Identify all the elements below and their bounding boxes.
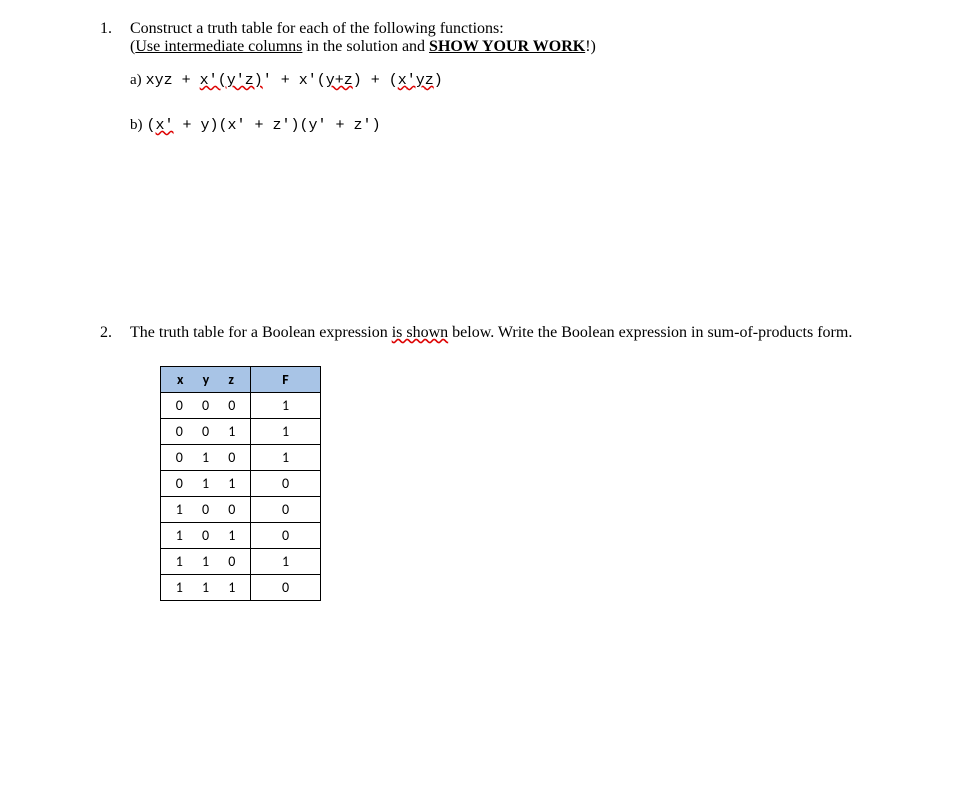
q1a-seg7: x'yz	[398, 72, 434, 89]
q1a-seg4: ' + x'(	[263, 72, 326, 89]
header-xyz: x y z	[161, 367, 251, 393]
question-1: 1. Construct a truth table for each of t…	[100, 20, 876, 134]
q1-l2-bold: SHOW YOUR WORK	[429, 38, 585, 55]
q2-prompt1: The truth table for a Boolean expression	[130, 324, 392, 341]
q1a-seg5: y+z	[326, 72, 353, 89]
q1a-expression: xyz + x'(y'z)' + x'(y+z) + (x'yz)	[146, 72, 443, 89]
q1a-label: a)	[130, 72, 142, 89]
q1-l2-underlined: Use intermediate columns	[135, 38, 302, 55]
q1-number: 1.	[100, 20, 130, 38]
table-row: 0 1 01	[161, 445, 321, 471]
q1a-seg6: ) + (	[353, 72, 398, 89]
table-body: 0 0 010 0 110 1 010 1 101 0 001 0 101 1 …	[161, 393, 321, 601]
cell-f: 0	[251, 523, 321, 549]
q1b-seg2: x'	[156, 117, 174, 134]
header-f: F	[251, 367, 321, 393]
cell-f: 0	[251, 497, 321, 523]
q1-part-a: a) xyz + x'(y'z)' + x'(y+z) + (x'yz)	[130, 72, 876, 89]
q1-l2-mid: in the solution and	[302, 38, 429, 55]
q1a-seg8: )	[434, 72, 443, 89]
table-row: 1 0 10	[161, 523, 321, 549]
cell-f: 1	[251, 549, 321, 575]
q1b-label: b)	[130, 117, 143, 134]
cell-xyz: 1 0 1	[161, 523, 251, 549]
cell-f: 1	[251, 445, 321, 471]
q1a-seg3: (y'z)	[218, 72, 263, 89]
q1b-expression: (x' + y)(x' + z')(y' + z')	[147, 117, 381, 134]
table-row: 1 0 00	[161, 497, 321, 523]
cell-f: 0	[251, 575, 321, 601]
q1-l2-suffix: !)	[585, 38, 596, 55]
q1-prompt-line1: Construct a truth table for each of the …	[130, 20, 876, 38]
q1-expressions: a) xyz + x'(y'z)' + x'(y+z) + (x'yz) b) …	[130, 72, 876, 134]
table-row: 1 1 01	[161, 549, 321, 575]
q1-part-b: b) (x' + y)(x' + z')(y' + z')	[130, 117, 876, 134]
cell-xyz: 1 1 0	[161, 549, 251, 575]
q2-prompt-wavy: is shown	[392, 324, 448, 341]
q1b-seg1: (	[147, 117, 156, 134]
cell-xyz: 0 0 0	[161, 393, 251, 419]
q1a-seg1: xyz +	[146, 72, 200, 89]
q1a-seg2: x'	[200, 72, 218, 89]
table-row: 0 0 11	[161, 419, 321, 445]
table-header-row: x y z F	[161, 367, 321, 393]
cell-xyz: 1 0 0	[161, 497, 251, 523]
q1-prompt-line2: (Use intermediate columns in the solutio…	[130, 38, 876, 56]
cell-f: 1	[251, 419, 321, 445]
q2-text: The truth table for a Boolean expression…	[130, 324, 876, 342]
truth-table: x y z F 0 0 010 0 110 1 010 1 101 0 001 …	[160, 366, 321, 601]
table-row: 1 1 10	[161, 575, 321, 601]
q1-header: 1. Construct a truth table for each of t…	[100, 20, 876, 56]
cell-f: 0	[251, 471, 321, 497]
q1-text: Construct a truth table for each of the …	[130, 20, 876, 56]
cell-f: 1	[251, 393, 321, 419]
q1b-seg3: + y)(x' + z')(y' + z')	[174, 117, 381, 134]
cell-xyz: 1 1 1	[161, 575, 251, 601]
q2-prompt2: below. Write the Boolean expression in s…	[448, 324, 852, 341]
cell-xyz: 0 1 0	[161, 445, 251, 471]
table-row: 0 1 10	[161, 471, 321, 497]
q2-number: 2.	[100, 324, 130, 342]
cell-xyz: 0 0 1	[161, 419, 251, 445]
cell-xyz: 0 1 1	[161, 471, 251, 497]
table-row: 0 0 01	[161, 393, 321, 419]
q2-header: 2. The truth table for a Boolean express…	[100, 324, 876, 342]
question-2: 2. The truth table for a Boolean express…	[100, 324, 876, 601]
